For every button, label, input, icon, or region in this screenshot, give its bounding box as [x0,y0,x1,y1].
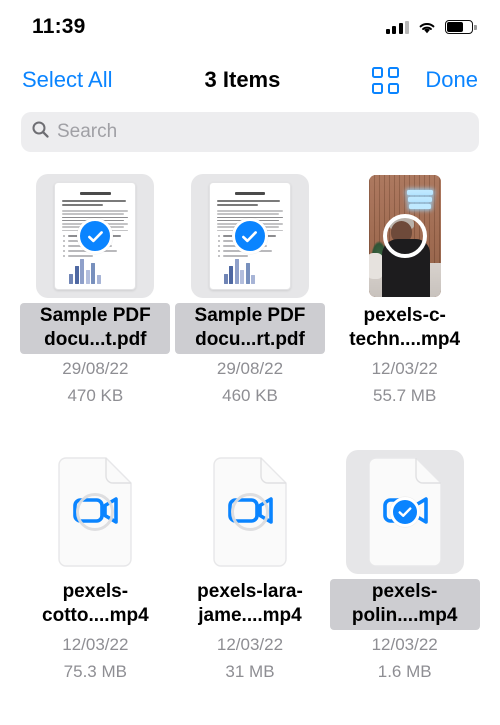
file-grid: Sample PDF docu...t.pdf 29/08/22 470 KB … [0,152,500,684]
page-title: 3 Items [204,67,281,92]
file-size: 75.3 MB [63,661,127,681]
status-time: 11:39 [32,15,86,38]
file-name: pexels-lara-jame....mp4 [197,580,303,627]
file-name: pexels-cotto....mp4 [42,580,149,627]
file-thumbnail [36,174,155,298]
file-size: 55.7 MB [373,385,437,405]
file-item[interactable]: pexels-cotto....mp4 12/03/22 75.3 MB [18,450,173,684]
file-item[interactable]: pexels-c-techn....mp4 12/03/22 55.7 MB [327,174,482,408]
grid-view-icon[interactable] [372,66,400,94]
file-thumbnail [191,450,309,574]
file-thumbnail [346,174,464,298]
navigation-bar: Select All 3 Items Done [0,54,500,106]
file-item[interactable]: Sample PDF docu...rt.pdf 29/08/22 460 KB [173,174,328,408]
cellular-signal-icon [385,20,409,34]
unselected-circle-icon [76,492,115,531]
file-thumbnail [345,449,464,574]
file-size: 470 KB [67,385,124,405]
file-date: 12/03/22 [216,634,284,654]
file-date: 12/03/22 [371,358,438,378]
file-name: pexels-c-techn....mp4 [349,305,461,351]
unselected-circle-icon [230,492,269,531]
battery-icon [445,20,477,34]
done-button[interactable]: Done [425,67,478,93]
file-thumbnail [36,450,154,574]
file-name: pexels-polin....mp4 [329,578,480,630]
file-date: 29/08/22 [216,358,284,378]
search-input[interactable] [57,121,469,143]
neon-sign-graphic [405,183,435,215]
unselected-circle-icon [382,214,427,258]
search-icon [31,120,50,144]
file-item[interactable]: pexels-lara-jame....mp4 12/03/22 31 MB [173,450,328,684]
file-thumbnail [190,174,309,298]
status-bar: 11:39 [0,0,500,54]
file-size: 460 KB [222,385,278,405]
file-size: 31 MB [225,661,275,681]
file-name: Sample PDF docu...t.pdf [20,303,171,354]
select-all-button[interactable]: Select All [22,67,113,93]
selected-checkmark-icon [231,218,268,254]
file-name: Sample PDF docu...rt.pdf [174,303,325,354]
file-date: 12/03/22 [62,634,129,654]
file-item[interactable]: pexels-polin....mp4 12/03/22 1.6 MB [327,449,482,684]
search-section [0,106,500,152]
search-bar[interactable] [21,112,479,152]
status-indicators [385,20,477,35]
wifi-icon [417,20,437,35]
selected-checkmark-icon [389,496,420,527]
selected-checkmark-icon [77,218,114,254]
file-date: 12/03/22 [371,634,438,654]
file-size: 1.6 MB [377,661,432,681]
file-date: 29/08/22 [62,358,129,378]
file-item[interactable]: Sample PDF docu...t.pdf 29/08/22 470 KB [18,174,173,408]
